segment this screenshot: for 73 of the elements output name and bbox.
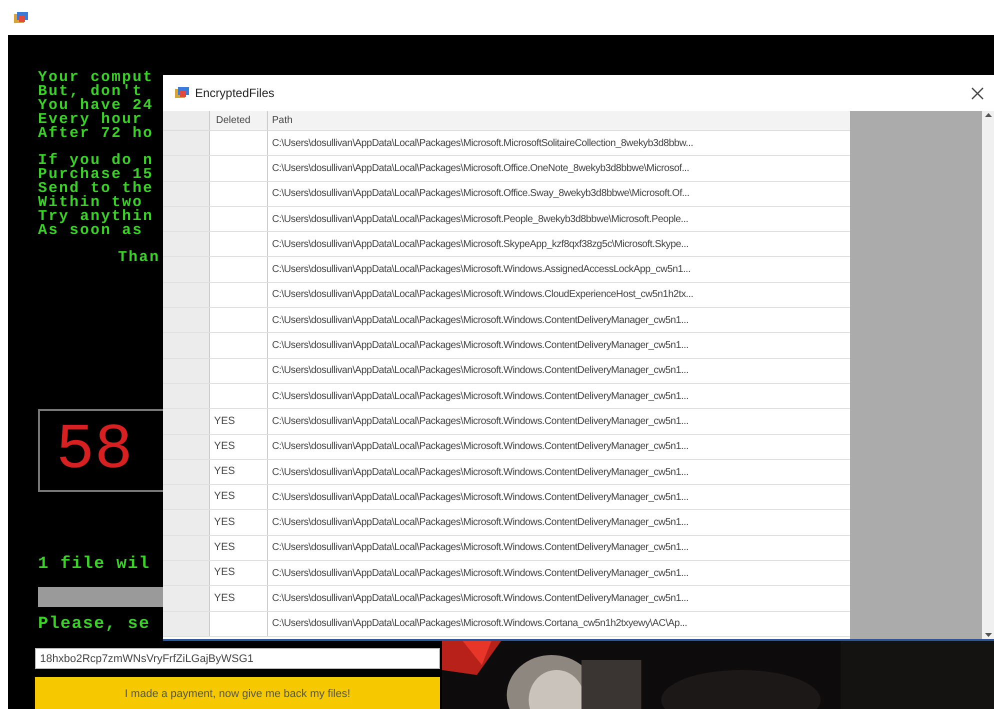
path-cell-text: C:\Users\dosullivan\AppData\Local\Packages\Microsoft.Office.OneNote_8wekyb3d8bbwe\Microsof... xyxy=(272,162,690,176)
row-header[interactable] xyxy=(163,612,210,636)
message-line: You have 24 xyxy=(38,99,154,113)
deleted-cell: YES xyxy=(210,409,268,434)
path-cell-text: C:\Users\dosullivan\AppData\Local\Packages\Microsoft.Windows.ContentDeliveryManager_cw5n1... xyxy=(272,339,688,354)
message-line: After 72 ho xyxy=(38,127,154,141)
row-header[interactable] xyxy=(163,409,210,434)
path-cell-text: C:\Users\dosullivan\AppData\Local\Packages\Microsoft.Windows.ContentDeliveryManager_cw5n1... xyxy=(272,566,688,581)
deleted-cell: YES xyxy=(210,510,268,535)
prompt-line: Please, se xyxy=(38,616,150,634)
message-line: Send to the xyxy=(38,182,154,196)
app-icon xyxy=(175,87,189,99)
scroll-up-icon xyxy=(984,113,992,117)
row-header[interactable] xyxy=(163,561,210,586)
path-cell-text: C:\Users\dosullivan\AppData\Local\Packages\Microsoft.Windows.ContentDeliveryManager_cw5n1... xyxy=(272,516,688,530)
row-header[interactable] xyxy=(163,308,210,332)
path-cell-text: C:\Users\dosullivan\AppData\Local\Packages\Microsoft.Windows.ContentDeliveryManager_cw5n1... xyxy=(272,364,688,378)
deleted-cell: YES xyxy=(210,485,268,510)
path-cell-text: C:\Users\dosullivan\AppData\Local\Packages\Microsoft.Windows.ContentDeliveryManager_cw5n1... xyxy=(272,390,688,404)
deleted-cell: YES xyxy=(210,460,268,484)
path-cell-text: C:\Users\dosullivan\AppData\Local\Packages\Microsoft.Windows.CloudExperienceHost_cw5n1h2tx... xyxy=(272,288,694,302)
row-header[interactable] xyxy=(163,282,210,308)
message-line: Try anythin xyxy=(38,210,154,224)
column-header[interactable]: Path xyxy=(268,111,850,130)
message-line: Within two xyxy=(38,196,144,210)
close-icon xyxy=(970,86,984,100)
row-header[interactable] xyxy=(163,384,210,408)
status-line: 1 file wil xyxy=(38,556,150,574)
path-cell-text: C:\Users\dosullivan\AppData\Local\Packages\Microsoft.Windows.ContentDeliveryManager_cw5n1... xyxy=(272,541,688,556)
scroll-down-icon xyxy=(984,633,992,637)
payment-button[interactable]: I made a payment, now give me back my files! xyxy=(35,677,440,709)
path-cell-text: C:\Users\dosullivan\AppData\Local\Packages\Microsoft.People_8wekyb3d8bbwe\Microsoft.People... xyxy=(272,212,688,227)
message-line: But, don't xyxy=(38,85,144,99)
path-cell-text: C:\Users\dosullivan\AppData\Local\Packages\Microsoft.Windows.AssignedAccessLockApp_cw5n1... xyxy=(272,263,690,278)
row-header[interactable] xyxy=(163,182,210,206)
address-field[interactable]: 18hxbo2Rcp7zmWNsVryFrfZiLGajByWSG1 xyxy=(35,648,440,669)
path-cell-text: C:\Users\dosullivan\AppData\Local\Packages\Microsoft.Windows.ContentDeliveryManager_cw5n1... xyxy=(272,592,688,606)
row-header[interactable] xyxy=(163,156,210,181)
app-icon xyxy=(14,12,28,24)
path-cell-text: C:\Users\dosullivan\AppData\Local\Packages\Microsoft.Windows.ContentDeliveryManager_cw5n1... xyxy=(272,440,688,454)
path-cell-text: C:\Users\dosullivan\AppData\Local\Packages\Microsoft.Windows.Cortana_cw5n1h2txyewy\AC\Ap... xyxy=(272,617,688,632)
row-header[interactable] xyxy=(163,586,210,611)
dialog-title: EncryptedFiles xyxy=(195,85,274,102)
deleted-cell: YES xyxy=(210,434,268,459)
column-header[interactable]: Deleted xyxy=(210,111,268,130)
path-cell-text: C:\Users\dosullivan\AppData\Local\Packages\Microsoft.Windows.ContentDeliveryManager_cw5n1... xyxy=(272,314,688,328)
path-cell-text: C:\Users\dosullivan\AppData\Local\Packages\Microsoft.MicrosoftSolitaireCollection_8wekyb3d8bbw... xyxy=(272,136,694,151)
message-line: Purchase 15 xyxy=(38,168,154,182)
row-header[interactable] xyxy=(163,333,210,358)
row-header[interactable] xyxy=(163,485,210,510)
countdown-timer: 58 xyxy=(56,418,133,482)
message-line: If you do n xyxy=(38,154,154,168)
path-cell-text: C:\Users\dosullivan\AppData\Local\Packages\Microsoft.Windows.ContentDeliveryManager_cw5n1... xyxy=(272,490,688,505)
row-header[interactable] xyxy=(163,232,210,256)
row-header[interactable] xyxy=(163,206,210,232)
deleted-cell: YES xyxy=(210,536,268,560)
path-cell-text: C:\Users\dosullivan\AppData\Local\Packages\Microsoft.Windows.ContentDeliveryManager_cw5n1... xyxy=(272,414,688,429)
row-header[interactable] xyxy=(163,460,210,484)
deleted-cell: YES xyxy=(210,561,268,586)
row-header[interactable] xyxy=(163,536,210,560)
message-line: Your comput xyxy=(38,71,154,85)
message-line: Than xyxy=(118,251,160,265)
row-header[interactable] xyxy=(163,434,210,459)
path-cell-text: C:\Users\dosullivan\AppData\Local\Packages\Microsoft.Windows.ContentDeliveryManager_cw5n1... xyxy=(272,466,688,480)
row-header[interactable] xyxy=(163,257,210,282)
message-line: Every hour xyxy=(38,113,144,127)
row-header[interactable] xyxy=(163,131,210,156)
row-header[interactable] xyxy=(163,510,210,535)
path-cell-text: C:\Users\dosullivan\AppData\Local\Packages\Microsoft.Office.Sway_8wekyb3d8bbwe\Microsoft.Of... xyxy=(272,187,690,202)
message-line: As soon as xyxy=(38,224,144,238)
row-header[interactable] xyxy=(163,358,210,383)
path-cell-text: C:\Users\dosullivan\AppData\Local\Packages\Microsoft.SkypeApp_kzf8qxf38zg5c\Microsoft.Skype... xyxy=(272,238,688,252)
deleted-cell: YES xyxy=(210,586,268,611)
